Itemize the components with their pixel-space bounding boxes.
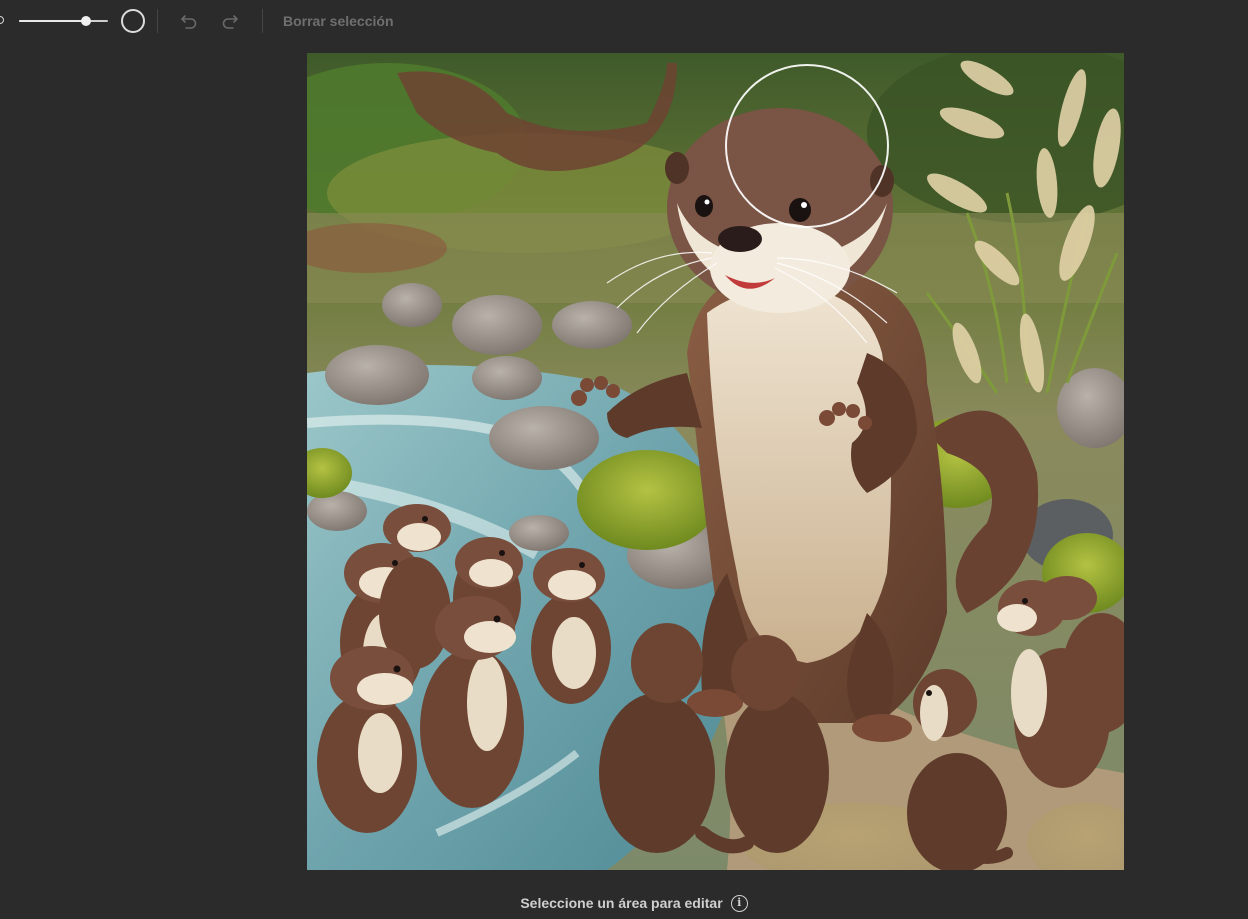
toolbar-divider [262, 9, 263, 33]
edit-hint: Seleccione un área para editar i [0, 890, 1248, 916]
otters-scene-image [307, 53, 1124, 870]
brush-small-icon [0, 16, 4, 24]
brush-large-icon [121, 9, 145, 33]
info-icon[interactable]: i [730, 894, 748, 912]
redo-button[interactable] [218, 9, 242, 33]
editor-toolbar: Borrar selección [0, 0, 1248, 42]
edit-hint-text: Seleccione un área para editar [520, 895, 723, 911]
edit-hint-inner: Seleccione un área para editar i [520, 894, 748, 912]
image-canvas[interactable] [307, 53, 1124, 870]
undo-icon [181, 15, 197, 29]
editor-app: Borrar selección Seleccione un área para… [0, 0, 1248, 919]
brush-size-slider-fill [19, 20, 86, 22]
undo-button[interactable] [177, 9, 201, 33]
toolbar-divider [157, 9, 158, 33]
redo-icon [222, 15, 238, 29]
brush-size-slider-thumb[interactable] [80, 16, 91, 26]
clear-selection-button[interactable]: Borrar selección [283, 12, 394, 30]
brush-size-slider[interactable] [19, 20, 108, 22]
